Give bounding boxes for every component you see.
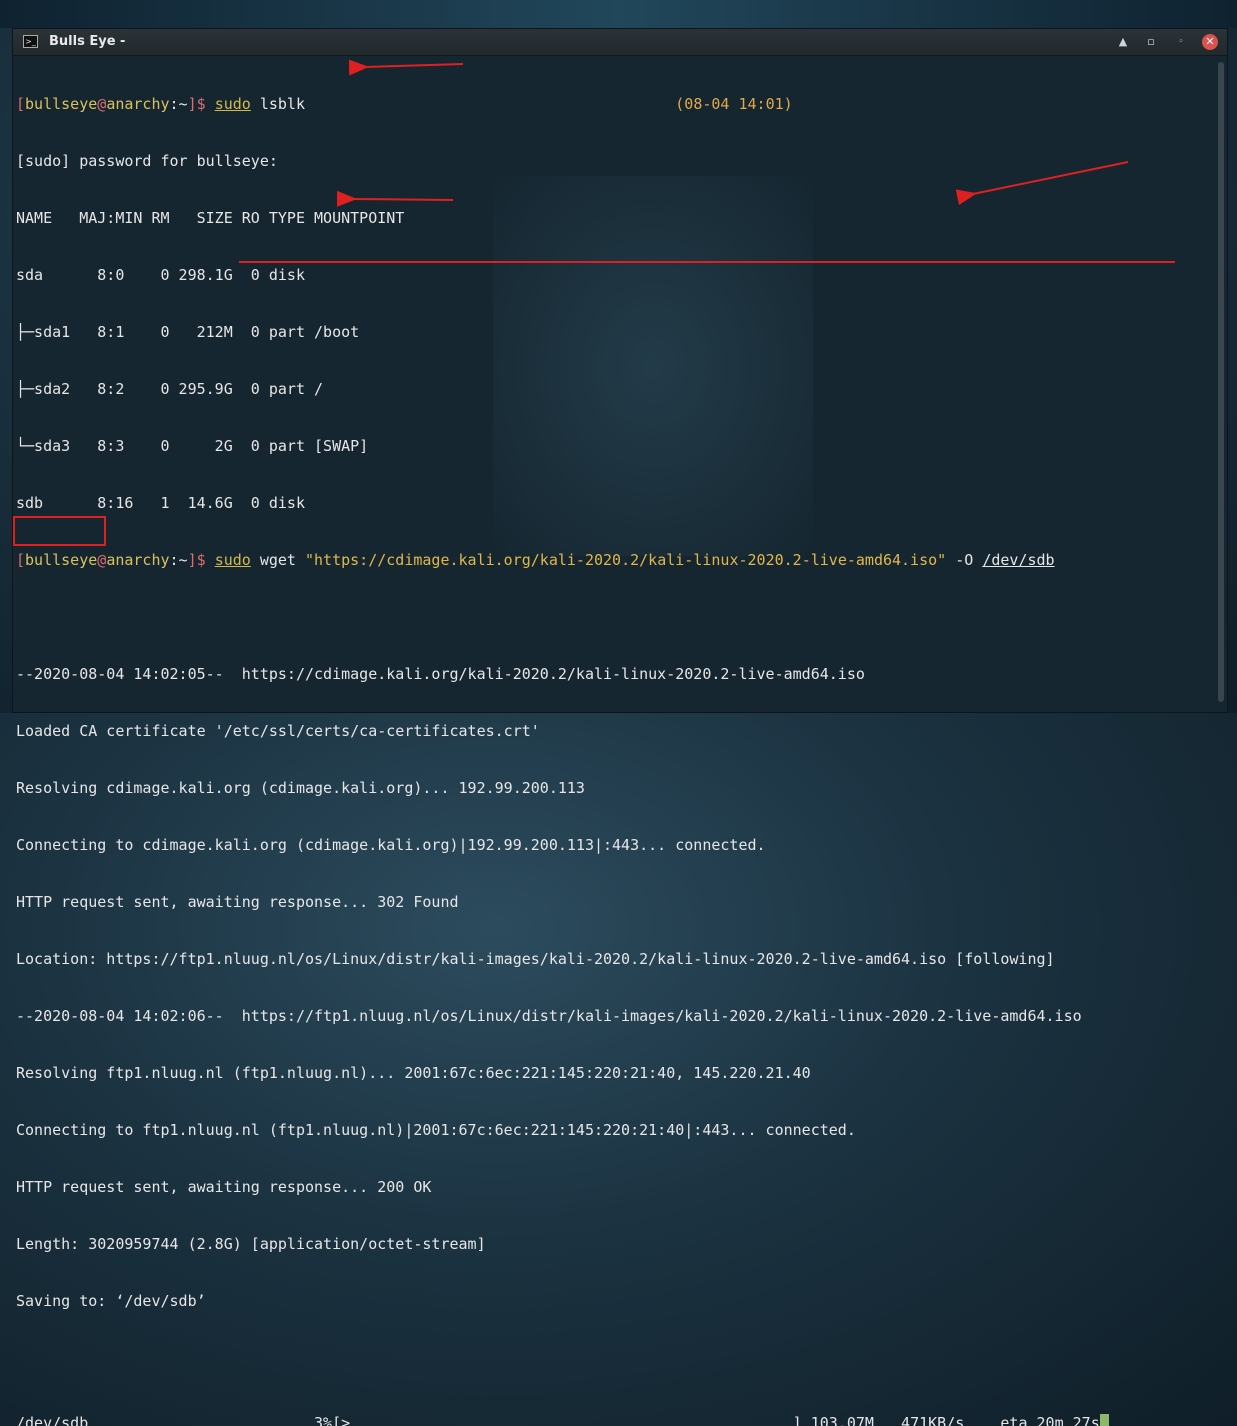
wget-output-line: HTTP request sent, awaiting response... … (16, 1178, 432, 1196)
progress-bar-close: ] (792, 1414, 802, 1426)
arrow-to-wget (955, 161, 1129, 206)
arrow-to-lsblk (348, 59, 464, 76)
command-underline (239, 261, 1175, 263)
progress-eta: eta 20m 27s (1000, 1414, 1100, 1426)
annotation-arrows (336, 59, 1129, 207)
terminal-icon: >_ (23, 35, 38, 48)
wget-output-line: --2020-08-04 14:02:06-- https://ftp1.nlu… (16, 1007, 1082, 1025)
arrow-to-sdb (336, 190, 454, 207)
terminal-area[interactable]: [bullseye@anarchy:~]$ sudo lsblk (08-04 … (13, 56, 1227, 1426)
terminal-cursor (1099, 1414, 1109, 1426)
title-bar[interactable]: >_ Bulls Eye - ▲ ▫ ◦ ✕ (13, 29, 1227, 56)
minimize-icon[interactable]: ▲ (1115, 34, 1131, 50)
progress-percent: 3% (314, 1414, 333, 1426)
wget-output-line: Location: https://ftp1.nluug.nl/os/Linux… (16, 950, 1055, 968)
wget-output-line: Connecting to cdimage.kali.org (cdimage.… (16, 836, 766, 854)
wget-output-line: HTTP request sent, awaiting response... … (16, 893, 459, 911)
window-title: Bulls Eye - (49, 34, 126, 49)
progress-speed: 471KB/s (901, 1414, 965, 1426)
maximize-icon[interactable]: ▫ (1143, 34, 1159, 50)
wget-output-line: Saving to: ‘/dev/sdb’ (16, 1292, 206, 1310)
progress-bar-open: [> (332, 1414, 351, 1426)
terminal-window[interactable]: >_ Bulls Eye - ▲ ▫ ◦ ✕ [bullseye@anarchy… (12, 28, 1228, 1426)
progress-file: /dev/sdb (16, 1414, 89, 1426)
wget-output-line: Resolving cdimage.kali.org (cdimage.kali… (16, 779, 585, 797)
desktop-background (0, 0, 1237, 28)
progress-line: /dev/sdb 3%[> ] 103.07M 471KB/s eta 20m … (16, 1414, 1216, 1426)
wget-output-line: Connecting to ftp1.nluug.nl (ftp1.nluug.… (16, 1121, 856, 1139)
wget-output-line: Length: 3020959744 (2.8G) [application/o… (16, 1235, 486, 1253)
destination-highlight-box (13, 516, 106, 546)
progress-downloaded: 103.07M (810, 1414, 874, 1426)
close-icon[interactable]: ✕ (1202, 34, 1218, 50)
restore-icon[interactable]: ◦ (1173, 34, 1189, 50)
wget-output-line: Loaded CA certificate '/etc/ssl/certs/ca… (16, 722, 540, 740)
wget-output-line: Resolving ftp1.nluug.nl (ftp1.nluug.nl).… (16, 1064, 811, 1082)
